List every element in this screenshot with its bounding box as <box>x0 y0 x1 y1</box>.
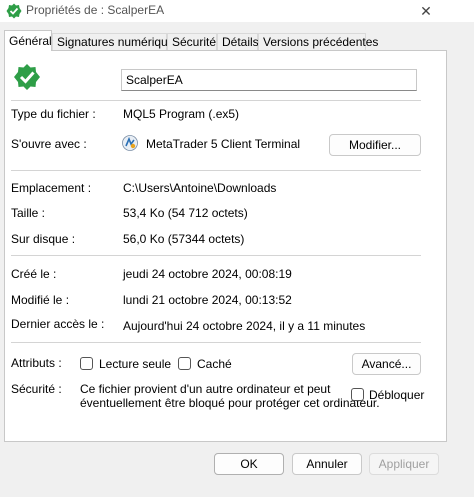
disk-size-value: 56,0 Ko (57344 octets) <box>123 232 245 246</box>
change-app-button[interactable]: Modifier... <box>329 134 421 156</box>
tab-previous-versions[interactable]: Versions précédentes <box>258 33 378 51</box>
tab-digital-signatures[interactable]: Signatures numériques <box>52 33 180 51</box>
divider <box>11 255 421 256</box>
security-warning-line2: éventuellement être bloqué pour protéger… <box>80 396 380 410</box>
file-type-icon <box>14 64 40 90</box>
security-warning-line1: Ce fichier provient d'un autre ordinateu… <box>80 382 331 396</box>
unblock-label: Débloquer <box>369 388 425 402</box>
modified-value: lundi 21 octobre 2024, 00:13:52 <box>123 293 292 307</box>
location-label: Emplacement : <box>11 181 92 195</box>
advanced-button[interactable]: Avancé... <box>352 353 421 375</box>
metatrader-icon <box>122 135 138 151</box>
readonly-checkbox[interactable] <box>80 357 93 370</box>
cancel-button[interactable]: Annuler <box>292 453 362 475</box>
apply-button[interactable]: Appliquer <box>369 453 439 475</box>
disk-size-label: Sur disque : <box>11 232 76 246</box>
accessed-label: Dernier accès le : <box>11 317 105 331</box>
file-type-value: MQL5 Program (.ex5) <box>123 107 240 121</box>
tab-security[interactable]: Sécurité <box>167 33 217 51</box>
hidden-label: Caché <box>197 357 232 371</box>
general-panel: Type du fichier : MQL5 Program (.ex5) S'… <box>4 50 447 442</box>
accessed-value: Aujourd'hui 24 octobre 2024, il y a 11 m… <box>123 319 366 333</box>
created-label: Créé le : <box>11 267 57 281</box>
opens-with-value: MetaTrader 5 Client Terminal <box>146 137 301 151</box>
divider <box>11 170 421 171</box>
size-value: 53,4 Ko (54 712 octets) <box>123 206 248 220</box>
close-icon[interactable]: ✕ <box>412 0 440 22</box>
file-type-label: Type du fichier : <box>11 107 96 121</box>
file-badge-icon <box>6 3 22 19</box>
tab-general[interactable]: Général <box>4 30 52 51</box>
divider <box>11 100 421 101</box>
file-name-input[interactable] <box>121 69 417 91</box>
tab-details[interactable]: Détails <box>217 33 259 51</box>
window-title: Propriétés de : ScalperEA <box>26 3 165 17</box>
ok-button[interactable]: OK <box>214 453 284 475</box>
security-label: Sécurité : <box>11 382 62 396</box>
unblock-checkbox[interactable] <box>351 388 364 401</box>
hidden-checkbox[interactable] <box>178 357 191 370</box>
location-value: C:\Users\Antoine\Downloads <box>123 181 277 195</box>
readonly-label: Lecture seule <box>99 357 172 371</box>
title-bar: Propriétés de : ScalperEA ✕ <box>0 0 474 22</box>
divider <box>11 342 421 343</box>
created-value: jeudi 24 octobre 2024, 00:08:19 <box>123 267 292 281</box>
modified-label: Modifié le : <box>11 293 70 307</box>
opens-with-label: S'ouvre avec : <box>11 137 87 151</box>
size-label: Taille : <box>11 206 46 220</box>
attributes-label: Attributs : <box>11 356 62 370</box>
